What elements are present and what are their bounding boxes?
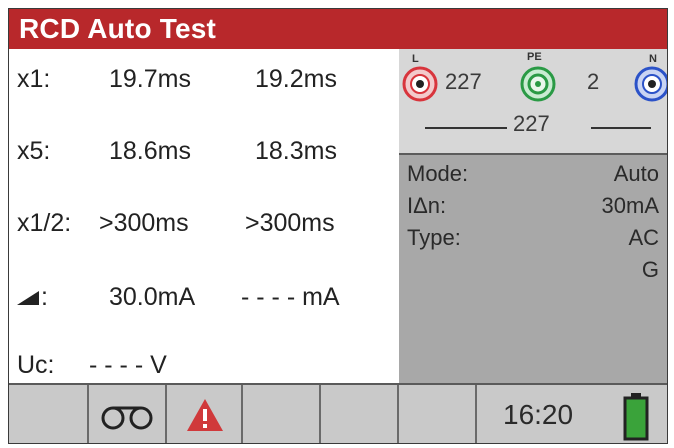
- voltage-l-n: 227: [513, 111, 550, 136]
- softkey-bar: 16:20: [9, 383, 667, 443]
- ramp-colon: :: [41, 283, 48, 311]
- softkey-warning[interactable]: [167, 385, 243, 443]
- pe-terminal-icon: [520, 66, 556, 102]
- setting-key: Type:: [407, 225, 461, 250]
- result-value-1: - - - - V: [89, 351, 167, 379]
- settings-panel: Mode: Auto IΔn: 30mA Type: AC G: [399, 155, 667, 383]
- battery-icon: [623, 393, 649, 441]
- tape-icon: [101, 406, 153, 430]
- result-label: x1:: [17, 65, 51, 93]
- result-value-1: 30.0mA: [109, 283, 196, 311]
- l-n-line-right: [591, 127, 651, 129]
- softkey-record[interactable]: [89, 385, 167, 443]
- softkey-6[interactable]: [399, 385, 477, 443]
- n-terminal-icon: [634, 66, 667, 102]
- result-value-1: >300ms: [99, 209, 189, 237]
- setting-key: IΔn:: [407, 193, 447, 218]
- softkey-1[interactable]: [9, 385, 89, 443]
- voltage-pe-n: 2: [587, 69, 600, 94]
- setting-value: AC: [628, 225, 659, 250]
- result-value-2: - - - - mA: [241, 283, 340, 311]
- l-terminal-icon: [402, 66, 438, 102]
- warning-icon: [187, 399, 223, 431]
- result-label: x5:: [17, 137, 51, 165]
- result-label: x1/2:: [17, 209, 72, 237]
- results-panel: x1: 19.7ms 19.2ms x5: 18.6ms 18.3ms x1/2…: [9, 49, 397, 383]
- result-label: Uc:: [17, 351, 55, 379]
- rcd-test-screen: RCD Auto Test x1: 19.7ms 19.2ms x5: 18.6…: [0, 0, 674, 448]
- terminal-label-n: N: [649, 53, 657, 65]
- l-n-line-left: [425, 127, 507, 129]
- ramp-icon: [17, 291, 39, 306]
- instrument-display: RCD Auto Test x1: 19.7ms 19.2ms x5: 18.6…: [8, 8, 668, 444]
- page-title: RCD Auto Test: [19, 13, 217, 44]
- setting-value: Auto: [613, 161, 659, 186]
- clock-time: 16:20: [503, 399, 574, 430]
- setting-key: Mode:: [407, 161, 469, 186]
- terminal-label-pe: PE: [527, 51, 542, 63]
- status-panel: L 227 PE 2 N 227 Mode: Auto IΔn: 30mA Ty…: [399, 49, 667, 383]
- softkey-4[interactable]: [243, 385, 321, 443]
- setting-value: G: [641, 257, 659, 282]
- result-value-2: 18.3ms: [255, 137, 337, 165]
- result-value-1: 19.7ms: [109, 65, 191, 93]
- result-value-1: 18.6ms: [109, 137, 191, 165]
- setting-value: 30mA: [601, 193, 659, 218]
- result-value-2: 19.2ms: [255, 65, 337, 93]
- result-value-2: >300ms: [245, 209, 335, 237]
- terminal-label-l: L: [412, 53, 419, 65]
- ramp-label: :: [17, 283, 48, 312]
- title-bar: RCD Auto Test: [9, 9, 667, 49]
- voltage-l-pe: 227: [445, 69, 482, 94]
- terminal-voltage-area: L 227 PE 2 N 227: [399, 49, 667, 155]
- softkey-5[interactable]: [321, 385, 399, 443]
